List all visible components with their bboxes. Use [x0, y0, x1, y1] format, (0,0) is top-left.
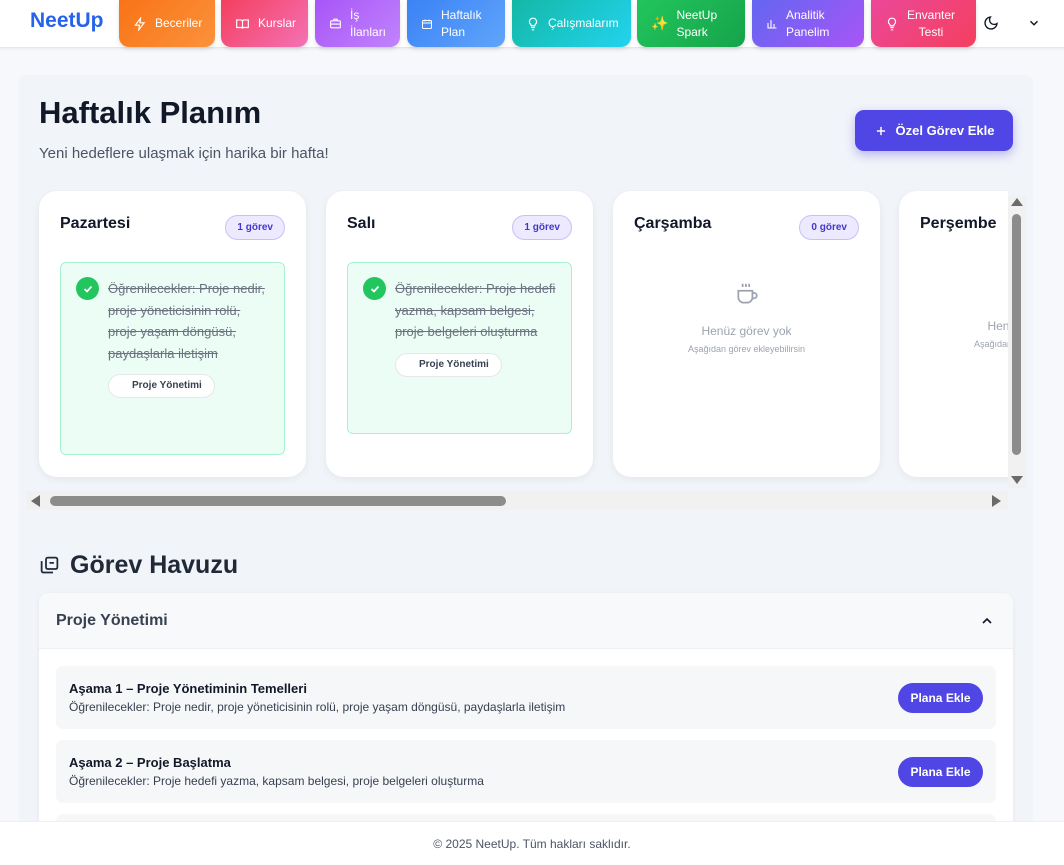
lightbulb-icon [528, 17, 538, 30]
nav-beceriler-label: Beceriler [155, 16, 203, 30]
task-text: Öğrenilecekler: Proje hedefi yazma, kaps… [395, 281, 556, 339]
stage-title: Aşama 1 – Proje Yönetiminin Temelleri [69, 681, 307, 696]
user-menu-toggle[interactable] [1023, 12, 1045, 34]
category-accordion-header[interactable]: Proje Yönetimi [39, 593, 1013, 649]
scroll-up-arrow[interactable] [1011, 198, 1023, 206]
nav-is-ilanlari-button[interactable]: İş İlanları [315, 0, 400, 47]
horizontal-scrollbar[interactable] [26, 491, 1008, 510]
vertical-scrollbar[interactable] [1008, 196, 1026, 488]
scroll-down-arrow[interactable] [1011, 476, 1023, 484]
brand-logo[interactable]: NeetUp [30, 9, 104, 33]
nav-kurslar-label: Kurslar [258, 16, 297, 30]
task-complete-toggle[interactable] [363, 277, 386, 300]
sparkles-icon: ✨ [651, 15, 669, 31]
lightbulb-icon [887, 17, 897, 30]
nav-haftalik-plan-label: Haftalık Plan [441, 7, 482, 39]
day-name: Çarşamba [634, 215, 712, 232]
task-count-badge: 0 görev [799, 215, 859, 240]
nav-kurslar-button[interactable]: Kurslar [221, 0, 308, 47]
horizontal-scroll-thumb[interactable] [50, 496, 506, 506]
nav-neetup-spark-button[interactable]: ✨ NeetUp Spark [637, 0, 745, 47]
nav-analitik-panelim-button[interactable]: Analitik Panelim [752, 0, 864, 47]
task-pool-category-card: Proje Yönetimi Aşama 1 – Proje Yönetimin… [39, 593, 1013, 835]
empty-day-title: Henüz görev yok [987, 319, 1008, 333]
add-custom-task-label: Özel Görev Ekle [895, 123, 995, 138]
scroll-left-arrow[interactable] [31, 495, 40, 507]
task-pool-title: Görev Havuzu [70, 551, 239, 579]
briefcase-icon [330, 18, 341, 29]
task-complete-toggle[interactable] [76, 277, 99, 300]
task-count-badge: 1 görev [225, 215, 285, 240]
chart-icon [767, 19, 777, 29]
book-icon [236, 18, 249, 29]
empty-day-title: Henüz görev yok [701, 324, 792, 338]
bolt-icon [134, 16, 146, 31]
empty-day-hint: Aşağıdan görev ekleyebilirsin [687, 344, 806, 354]
nav-envanter-testi-button[interactable]: Envanter Testi [871, 0, 976, 47]
nav-analitik-panelim-label: Analitik Panelim [786, 7, 830, 39]
empty-day-hint: Aşağıdan görev ekleyebilirsin [973, 339, 1008, 349]
stage-description: Öğrenilecekler: Proje hedefi yazma, kaps… [69, 774, 484, 788]
day-name: Salı [347, 215, 376, 232]
stage-item: Aşama 1 – Proje Yönetiminin Temelleri Öğ… [56, 666, 996, 729]
add-custom-task-button[interactable]: Özel Görev Ekle [855, 110, 1013, 151]
day-name: Pazartesi [60, 215, 131, 232]
scroll-right-arrow[interactable] [992, 495, 1001, 507]
day-card-thursday: Perşembe Henüz görev yok Aşağıdan görev … [899, 191, 1008, 477]
stage-item: Aşama 2 – Proje Başlatma Öğrenilecekler:… [56, 740, 996, 803]
moon-icon [984, 16, 998, 30]
add-to-plan-button[interactable]: Plana Ekle [898, 757, 983, 787]
task-text: Öğrenilecekler: Proje nedir, proje yönet… [108, 281, 265, 361]
footer: © 2025 NeetUp. Tüm hakları saklıdır. [0, 821, 1064, 865]
task-category-tag: Proje Yönetimi [395, 352, 502, 377]
page-subtitle: Yeni hedeflere ulaşmak için harika bir h… [39, 145, 329, 162]
chevron-down-icon [1029, 20, 1039, 26]
check-icon [370, 285, 379, 293]
nav-is-ilanlari-label: İş İlanları [350, 7, 387, 39]
check-icon [83, 285, 92, 293]
week-scroll-area[interactable]: Pazartesi 1 görev Öğrenilecekler: Proje … [26, 190, 1008, 490]
stack-icon [40, 556, 59, 574]
day-name: Perşembe [920, 215, 997, 232]
empty-day-state: Henüz görev yok Aşağıdan görev ekleyebil… [899, 281, 1008, 349]
coffee-icon [736, 283, 758, 304]
nav-calismalarim-button[interactable]: Çalışmalarım [512, 0, 631, 47]
empty-day-state: Henüz görev yok Aşağıdan görev ekleyebil… [613, 281, 880, 354]
task-category-tag: Proje Yönetimi [108, 374, 215, 398]
copyright-text: © 2025 NeetUp. Tüm hakları saklıdır. [433, 836, 631, 851]
top-navbar: NeetUp Beceriler Kurslar İş İlanları Haf… [0, 0, 1064, 48]
nav-calismalarim-label: Çalışmalarım [548, 16, 619, 30]
vertical-scroll-thumb[interactable] [1012, 214, 1021, 455]
stage-description: Öğrenilecekler: Proje nedir, proje yönet… [69, 700, 566, 714]
plus-icon [876, 126, 885, 135]
category-title: Proje Yönetimi [56, 611, 168, 629]
day-task-item[interactable]: Öğrenilecekler: Proje hedefi yazma, kaps… [347, 262, 572, 434]
nav-beceriler-button[interactable]: Beceriler [119, 0, 215, 47]
nav-neetup-spark-label: NeetUp Spark [676, 7, 718, 39]
chevron-up-icon [982, 617, 992, 624]
stage-title: Aşama 2 – Proje Başlatma [69, 755, 231, 770]
dark-mode-toggle[interactable] [980, 12, 1002, 34]
day-card-tuesday: Salı 1 görev Öğrenilecekler: Proje hedef… [326, 191, 593, 477]
day-card-wednesday: Çarşamba 0 görev Henüz görev yok Aşağıda… [613, 191, 880, 477]
calendar-icon [422, 19, 432, 29]
add-to-plan-button[interactable]: Plana Ekle [898, 683, 983, 713]
day-task-item[interactable]: Öğrenilecekler: Proje nedir, proje yönet… [60, 262, 285, 455]
page-title: Haftalık Planım [39, 95, 262, 130]
nav-envanter-testi-label: Envanter Testi [907, 7, 956, 39]
nav-haftalik-plan-button[interactable]: Haftalık Plan [407, 0, 505, 47]
day-card-monday: Pazartesi 1 görev Öğrenilecekler: Proje … [39, 191, 306, 477]
task-count-badge: 1 görev [512, 215, 572, 240]
task-pool-heading: Görev Havuzu [39, 551, 238, 580]
